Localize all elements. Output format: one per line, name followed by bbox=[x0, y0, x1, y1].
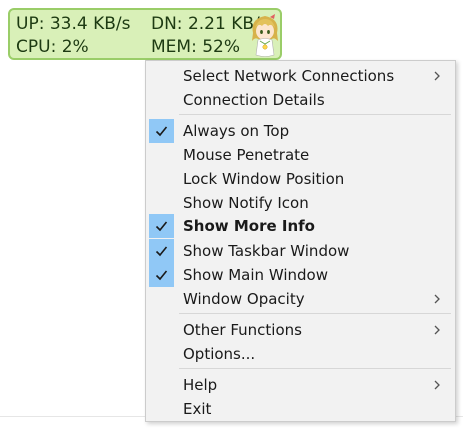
menu-separator bbox=[179, 368, 451, 369]
menu-item-select-network-connections[interactable]: Select Network Connections bbox=[148, 64, 453, 88]
menu-item-show-notify-icon[interactable]: Show Notify Icon bbox=[148, 191, 453, 215]
menu-item-mouse-penetrate[interactable]: Mouse Penetrate bbox=[148, 143, 453, 167]
checkmark-icon bbox=[149, 263, 174, 287]
menu-item-label: Help bbox=[183, 376, 218, 394]
context-menu: Select Network Connections Connection Det… bbox=[145, 60, 456, 422]
menu-item-help[interactable]: Help bbox=[148, 373, 453, 397]
traffic-monitor-widget[interactable]: UP: 33.4 KB/s DN: 2.21 KB/s CPU: 2% MEM:… bbox=[8, 8, 282, 60]
checkmark-icon bbox=[149, 119, 174, 143]
menu-item-always-on-top[interactable]: Always on Top bbox=[148, 119, 453, 143]
menu-item-label: Other Functions bbox=[183, 321, 302, 339]
menu-item-label: Options... bbox=[183, 345, 256, 363]
menu-item-label: Show Main Window bbox=[183, 266, 328, 284]
chevron-right-icon bbox=[434, 380, 440, 390]
menu-item-label: Mouse Penetrate bbox=[183, 146, 310, 164]
memory-usage: MEM: 52% bbox=[151, 37, 240, 57]
cpu-usage: CPU: 2% bbox=[16, 37, 89, 57]
menu-item-show-taskbar-window[interactable]: Show Taskbar Window bbox=[148, 239, 453, 263]
menu-item-label: Exit bbox=[183, 400, 212, 418]
menu-item-exit[interactable]: Exit bbox=[148, 397, 453, 421]
menu-item-label: Show More Info bbox=[183, 217, 315, 235]
menu-item-lock-window-position[interactable]: Lock Window Position bbox=[148, 167, 453, 191]
chevron-right-icon bbox=[434, 71, 440, 81]
menu-item-label: Always on Top bbox=[183, 122, 290, 140]
menu-item-show-main-window[interactable]: Show Main Window bbox=[148, 263, 453, 287]
menu-item-label: Connection Details bbox=[183, 91, 325, 109]
menu-item-label: Show Notify Icon bbox=[183, 194, 309, 212]
checkmark-icon bbox=[149, 239, 174, 263]
checkmark-icon bbox=[149, 214, 174, 238]
chevron-right-icon bbox=[434, 325, 440, 335]
menu-separator bbox=[179, 313, 451, 314]
menu-item-window-opacity[interactable]: Window Opacity bbox=[148, 287, 453, 311]
screen: UP: 33.4 KB/s DN: 2.21 KB/s CPU: 2% MEM:… bbox=[0, 0, 463, 432]
menu-item-label: Select Network Connections bbox=[183, 67, 395, 85]
menu-item-show-more-info[interactable]: Show More Info bbox=[148, 214, 453, 238]
menu-item-options[interactable]: Options... bbox=[148, 342, 453, 366]
menu-item-label: Window Opacity bbox=[183, 290, 305, 308]
menu-item-connection-details[interactable]: Connection Details bbox=[148, 88, 453, 112]
menu-item-label: Show Taskbar Window bbox=[183, 242, 350, 260]
menu-item-other-functions[interactable]: Other Functions bbox=[148, 318, 453, 342]
chevron-right-icon bbox=[434, 294, 440, 304]
menu-item-label: Lock Window Position bbox=[183, 170, 345, 188]
anime-mascot-icon bbox=[252, 14, 278, 57]
upload-speed: UP: 33.4 KB/s bbox=[16, 14, 131, 34]
menu-separator bbox=[179, 114, 451, 115]
